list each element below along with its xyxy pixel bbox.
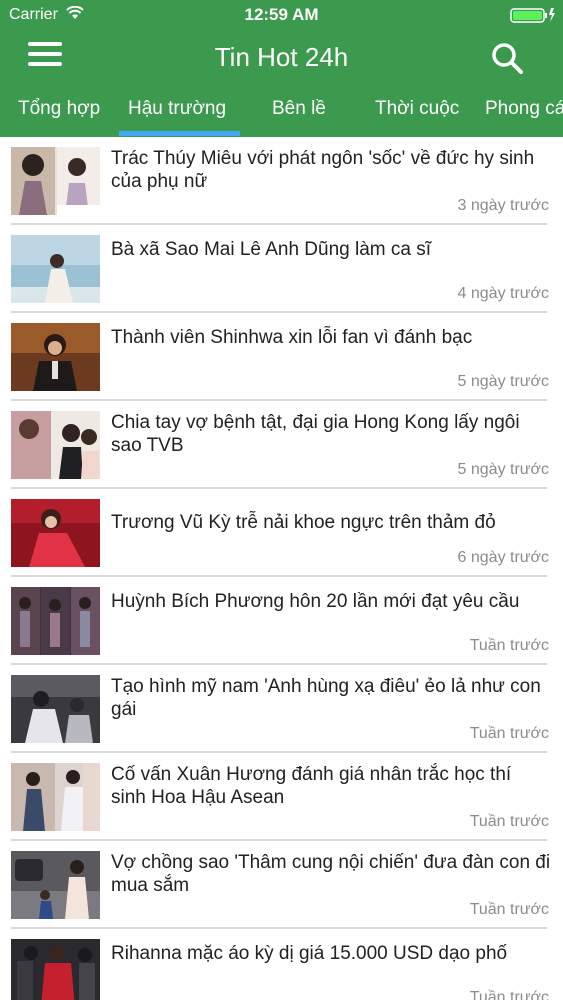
article-thumbnail: [11, 763, 100, 831]
article-thumbnail: [11, 587, 100, 655]
article-time: Tuần trước: [469, 637, 549, 654]
article-title: Huỳnh Bích Phương hôn 20 lần mới đạt yêu…: [111, 591, 520, 612]
tab-tong-hop[interactable]: Tổng hợp: [18, 98, 100, 120]
tab-ben-le[interactable]: Bên lề: [272, 98, 326, 120]
article-item[interactable]: Trương Vũ Kỳ trễ nải khoe ngực trên thảm…: [0, 489, 563, 577]
article-item[interactable]: Tạo hình mỹ nam 'Anh hùng xạ điêu' ẻo lả…: [0, 665, 563, 753]
article-item[interactable]: Rihanna mặc áo kỳ dị giá 15.000 USD dạo …: [0, 929, 563, 1000]
category-tabs: Tổng hợp Hậu trường Bên lề Thời cuộc Pho…: [0, 90, 563, 137]
status-bar: Carrier 12:59 AM: [0, 0, 563, 30]
article-item[interactable]: Huỳnh Bích Phương hôn 20 lần mới đạt yêu…: [0, 577, 563, 665]
article-time: 3 ngày trước: [457, 197, 549, 214]
article-time: Tuần trước: [469, 813, 549, 830]
article-title: Rihanna mặc áo kỳ dị giá 15.000 USD dạo …: [111, 943, 508, 964]
search-icon[interactable]: [489, 40, 525, 76]
article-item[interactable]: Cố vấn Xuân Hương đánh giá nhân trắc học…: [0, 753, 563, 841]
article-thumbnail: [11, 235, 100, 303]
article-thumbnail: [11, 851, 100, 919]
article-time: Tuần trước: [469, 901, 549, 918]
article-thumbnail: [11, 499, 100, 567]
article-title: Cố vấn Xuân Hương đánh giá nhân trắc học…: [111, 764, 512, 808]
article-title: Tạo hình mỹ nam 'Anh hùng xạ điêu' ẻo lả…: [111, 676, 541, 720]
article-thumbnail: [11, 147, 100, 215]
article-item[interactable]: Thành viên Shinhwa xin lỗi fan vì đánh b…: [0, 313, 563, 401]
article-thumbnail: [11, 411, 100, 479]
article-thumbnail: [11, 323, 100, 391]
tab-phong-cach[interactable]: Phong cách: [485, 98, 563, 120]
app-header: Carrier 12:59 AM Tin Hot 24h Tổng hợp Hậ…: [0, 0, 563, 137]
app-title: Tin Hot 24h: [214, 42, 349, 72]
article-time: Tuần trước: [469, 725, 549, 742]
article-item[interactable]: Chia tay vợ bệnh tật, đại gia Hong Kong …: [0, 401, 563, 489]
article-item[interactable]: Bà xã Sao Mai Lê Anh Dũng làm ca sĩ 4 ng…: [0, 225, 563, 313]
article-item[interactable]: Vợ chồng sao 'Thâm cung nội chiến' đưa đ…: [0, 841, 563, 929]
article-time: 5 ngày trước: [457, 461, 549, 478]
article-title: Bà xã Sao Mai Lê Anh Dũng làm ca sĩ: [111, 239, 432, 260]
tab-thoi-cuoc[interactable]: Thời cuộc: [375, 98, 459, 120]
article-time: 4 ngày trước: [457, 285, 549, 302]
active-tab-indicator: [119, 131, 240, 136]
article-time: Tuần trước: [469, 989, 549, 1000]
article-time: 6 ngày trước: [457, 549, 549, 566]
article-title: Vợ chồng sao 'Thâm cung nội chiến' đưa đ…: [111, 852, 551, 896]
status-time: 12:59 AM: [244, 5, 319, 24]
article-title: Trương Vũ Kỳ trễ nải khoe ngực trên thảm…: [111, 512, 496, 533]
article-title: Trác Thúy Miêu với phát ngôn 'sốc' về đứ…: [111, 148, 535, 192]
article-thumbnail: [11, 939, 100, 1000]
hamburger-menu-icon[interactable]: [28, 42, 62, 72]
battery-icon: [510, 8, 555, 23]
article-thumbnail: [11, 675, 100, 743]
article-time: 5 ngày trước: [457, 373, 549, 390]
article-list[interactable]: Trác Thúy Miêu với phát ngôn 'sốc' về đứ…: [0, 137, 563, 1000]
tab-hau-truong[interactable]: Hậu trường: [128, 98, 226, 120]
article-title: Chia tay vợ bệnh tật, đại gia Hong Kong …: [111, 412, 520, 456]
article-item[interactable]: Trác Thúy Miêu với phát ngôn 'sốc' về đứ…: [0, 137, 563, 225]
article-title: Thành viên Shinhwa xin lỗi fan vì đánh b…: [111, 327, 473, 348]
